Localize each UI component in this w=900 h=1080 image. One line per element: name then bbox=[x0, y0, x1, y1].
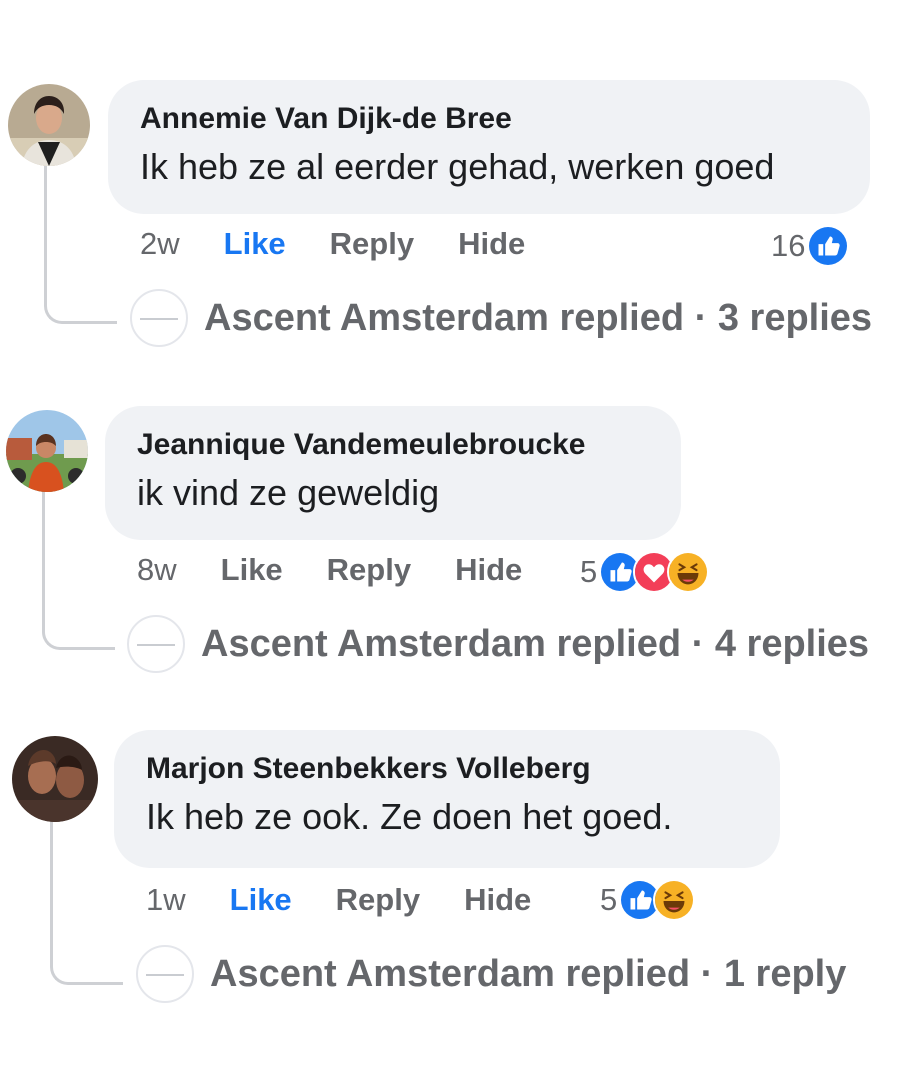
avatar[interactable] bbox=[12, 736, 98, 822]
reaction-summary[interactable]: 16 bbox=[771, 224, 850, 268]
avatar[interactable] bbox=[6, 410, 88, 492]
reaction-count: 5 bbox=[580, 554, 598, 589]
comment-bubble: Jeannique Vandemeulebroucke ik vind ze g… bbox=[105, 406, 681, 540]
comment-text: Ik heb ze ook. Ze doen het goed. bbox=[146, 796, 673, 837]
comment-actions: 1w Like Reply Hide bbox=[146, 880, 531, 920]
comment-author[interactable]: Annemie Van Dijk-de Bree bbox=[140, 102, 840, 136]
like-button[interactable]: Like bbox=[230, 882, 292, 918]
reaction-count: 16 bbox=[771, 228, 806, 263]
comment-author[interactable]: Jeannique Vandemeulebroucke bbox=[137, 428, 651, 462]
comment: Annemie Van Dijk-de Bree Ik heb ze al ee… bbox=[0, 0, 900, 347]
comment: Jeannique Vandemeulebroucke ik vind ze g… bbox=[0, 326, 900, 673]
comment-timestamp[interactable]: 1w bbox=[146, 882, 186, 918]
comment-actions: 8w Like Reply Hide bbox=[137, 550, 522, 590]
page-avatar bbox=[136, 945, 194, 1003]
comment-author[interactable]: Marjon Steenbekkers Volleberg bbox=[146, 752, 750, 786]
hide-button[interactable]: Hide bbox=[464, 882, 531, 918]
thread-connector bbox=[44, 165, 117, 324]
comment-text: ik vind ze geweldig bbox=[137, 472, 440, 513]
view-replies-link[interactable]: Ascent Amsterdam replied · 1 reply bbox=[136, 944, 846, 1004]
thread-connector bbox=[42, 491, 115, 650]
reply-button[interactable]: Reply bbox=[327, 552, 411, 588]
haha-icon bbox=[653, 879, 696, 921]
hide-button[interactable]: Hide bbox=[455, 552, 522, 588]
comment-timestamp[interactable]: 2w bbox=[140, 226, 180, 262]
hide-button[interactable]: Hide bbox=[458, 226, 525, 262]
comment-timestamp[interactable]: 8w bbox=[137, 552, 177, 588]
replies-summary[interactable]: Ascent Amsterdam replied · 1 reply bbox=[210, 953, 846, 996]
like-icon bbox=[807, 225, 850, 267]
comment-bubble: Marjon Steenbekkers Volleberg Ik heb ze … bbox=[114, 730, 780, 868]
reaction-count: 5 bbox=[600, 882, 618, 917]
comment-text: Ik heb ze al eerder gehad, werken goed bbox=[140, 146, 775, 187]
haha-icon bbox=[667, 551, 710, 593]
thread-connector bbox=[50, 822, 123, 985]
like-button[interactable]: Like bbox=[221, 552, 283, 588]
avatar[interactable] bbox=[8, 84, 90, 166]
reaction-summary[interactable]: 5 bbox=[580, 550, 710, 594]
reply-button[interactable]: Reply bbox=[336, 882, 420, 918]
comment: Marjon Steenbekkers Volleberg Ik heb ze … bbox=[0, 652, 900, 1003]
reply-button[interactable]: Reply bbox=[330, 226, 414, 262]
comment-actions: 2w Like Reply Hide bbox=[140, 224, 525, 264]
comment-bubble: Annemie Van Dijk-de Bree Ik heb ze al ee… bbox=[108, 80, 870, 214]
like-button[interactable]: Like bbox=[224, 226, 286, 262]
reaction-summary[interactable]: 5 bbox=[600, 878, 696, 922]
